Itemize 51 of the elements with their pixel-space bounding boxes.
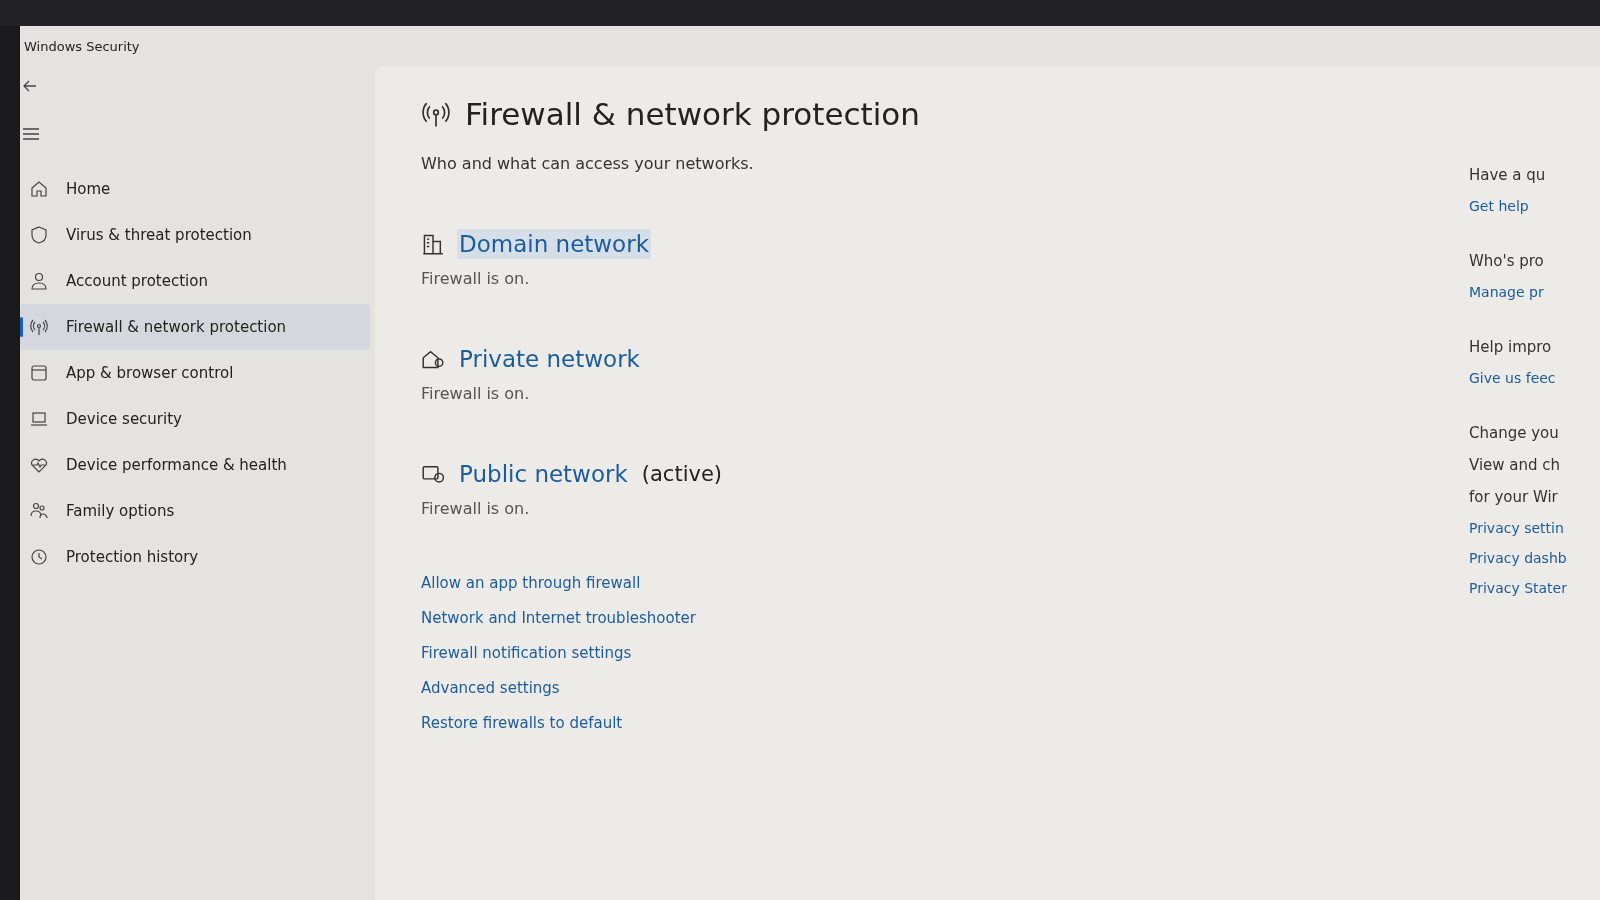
help-link[interactable]: Privacy dashb — [1469, 550, 1567, 566]
page-subtitle: Who and what can access your networks. — [421, 154, 755, 173]
home-icon — [30, 180, 48, 198]
help-link[interactable]: Privacy Stater — [1469, 580, 1567, 596]
monitor-icon — [421, 463, 445, 485]
house-icon — [421, 348, 445, 370]
section-text: View and ch — [1469, 456, 1561, 474]
settings-link[interactable]: Firewall notification settings — [421, 644, 920, 662]
family-icon — [30, 502, 48, 520]
sidebar-item[interactable]: Device performance & health — [20, 442, 370, 488]
section-heading: Help impro — [1469, 338, 1552, 356]
settings-link[interactable]: Restore firewalls to default — [421, 714, 920, 732]
window-icon — [30, 364, 48, 382]
sidebar-item[interactable]: Device security — [20, 396, 370, 442]
sidebar-item[interactable]: Firewall & network protection — [20, 304, 370, 350]
shield-icon — [30, 226, 48, 244]
antenna-icon — [421, 100, 451, 128]
section-heading: Change you — [1469, 424, 1559, 442]
sidebar-item[interactable]: Protection history — [20, 534, 370, 580]
help-link[interactable]: Manage pr — [1469, 284, 1544, 300]
help-link[interactable]: Give us feec — [1469, 370, 1556, 386]
section-heading: Who's pro — [1469, 252, 1544, 270]
window-title: Windows Security — [24, 38, 140, 54]
network-link[interactable]: Domain network — [457, 229, 651, 259]
heart-icon — [30, 456, 48, 474]
sidebar-item[interactable]: App & browser control — [20, 350, 370, 396]
antenna-icon — [30, 318, 48, 336]
settings-link[interactable]: Advanced settings — [421, 679, 920, 697]
person-icon — [30, 272, 48, 290]
settings-link[interactable]: Network and Internet troubleshooter — [421, 609, 920, 627]
page-title: Firewall & network protection — [465, 96, 920, 132]
help-link[interactable]: Privacy settin — [1469, 520, 1564, 536]
menu-icon — [22, 126, 40, 142]
firewall-status: Firewall is on. — [421, 269, 531, 288]
network-link[interactable]: Private network — [457, 344, 642, 374]
sidebar-item[interactable]: Family options — [20, 488, 370, 534]
sidebar-item[interactable]: Virus & threat protection — [20, 212, 370, 258]
building-icon — [421, 233, 445, 255]
section-heading: Have a qu — [1469, 166, 1546, 184]
clock-icon — [30, 548, 48, 566]
firewall-status: Firewall is on. — [421, 499, 531, 518]
section-text: for your Wir — [1469, 488, 1558, 506]
back-arrow-icon — [22, 78, 38, 94]
help-link[interactable]: Get help — [1469, 198, 1529, 214]
sidebar-item[interactable]: Home — [20, 166, 370, 212]
sidebar-item[interactable]: Account protection — [20, 258, 370, 304]
network-active-label: (active) — [641, 462, 722, 486]
firewall-status: Firewall is on. — [421, 384, 531, 403]
network-link[interactable]: Public network — [457, 459, 630, 489]
settings-link[interactable]: Allow an app through firewall — [421, 574, 920, 592]
laptop-icon — [30, 410, 48, 428]
